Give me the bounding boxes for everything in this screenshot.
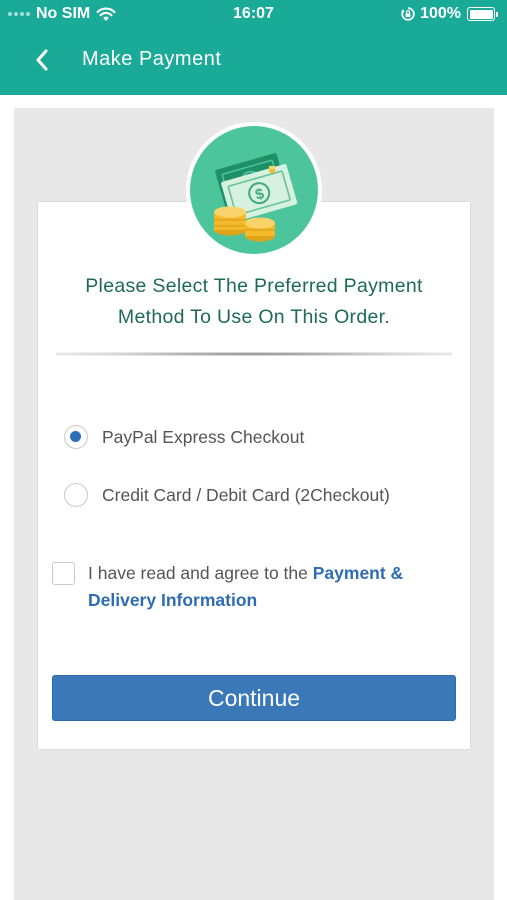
paypal-label: PayPal Express Checkout: [102, 426, 305, 447]
heading-line-2: Method To Use On This Order.: [117, 306, 391, 328]
payment-instructions: Please Select The Preferred Payment Meth…: [38, 271, 470, 333]
back-button[interactable]: [26, 44, 58, 76]
money-coins-icon: $: [190, 126, 318, 254]
payment-delivery-link-line1[interactable]: Payment &: [313, 563, 403, 583]
heading-line-1: Please Select The Preferred Payment: [85, 275, 423, 297]
agree-text: I have read and agree to the Payment &: [88, 560, 452, 587]
agree-terms-row[interactable]: I have read and agree to the Payment & D…: [52, 560, 452, 614]
payment-badge: $: [186, 122, 322, 258]
credit-card-label: Credit Card / Debit Card (2Checkout): [102, 484, 390, 505]
credit-card-radio[interactable]: [64, 483, 88, 507]
payment-option-credit-card[interactable]: Credit Card / Debit Card (2Checkout): [64, 483, 390, 507]
status-bar: No SIM 16:07 100%: [0, 0, 507, 30]
battery-icon: [467, 7, 498, 21]
agree-checkbox[interactable]: [52, 562, 75, 585]
back-arrow-icon: [36, 49, 48, 71]
payment-option-paypal[interactable]: PayPal Express Checkout: [64, 425, 304, 449]
orientation-lock-icon: [401, 7, 415, 21]
status-right: 100%: [400, 5, 498, 23]
payment-delivery-link-line2[interactable]: Delivery Information: [88, 590, 257, 610]
agree-text-line2: Delivery Information: [88, 587, 452, 614]
battery-percent: 100%: [420, 5, 461, 22]
continue-button[interactable]: Continue: [52, 675, 456, 721]
paypal-radio[interactable]: [64, 425, 88, 449]
divider: [56, 352, 452, 356]
agree-statement: I have read and agree to the: [88, 563, 313, 583]
header: No SIM 16:07 100% Make Payment: [0, 0, 507, 95]
page-title: Make Payment: [82, 48, 222, 70]
nav-bar: Make Payment: [0, 30, 507, 95]
